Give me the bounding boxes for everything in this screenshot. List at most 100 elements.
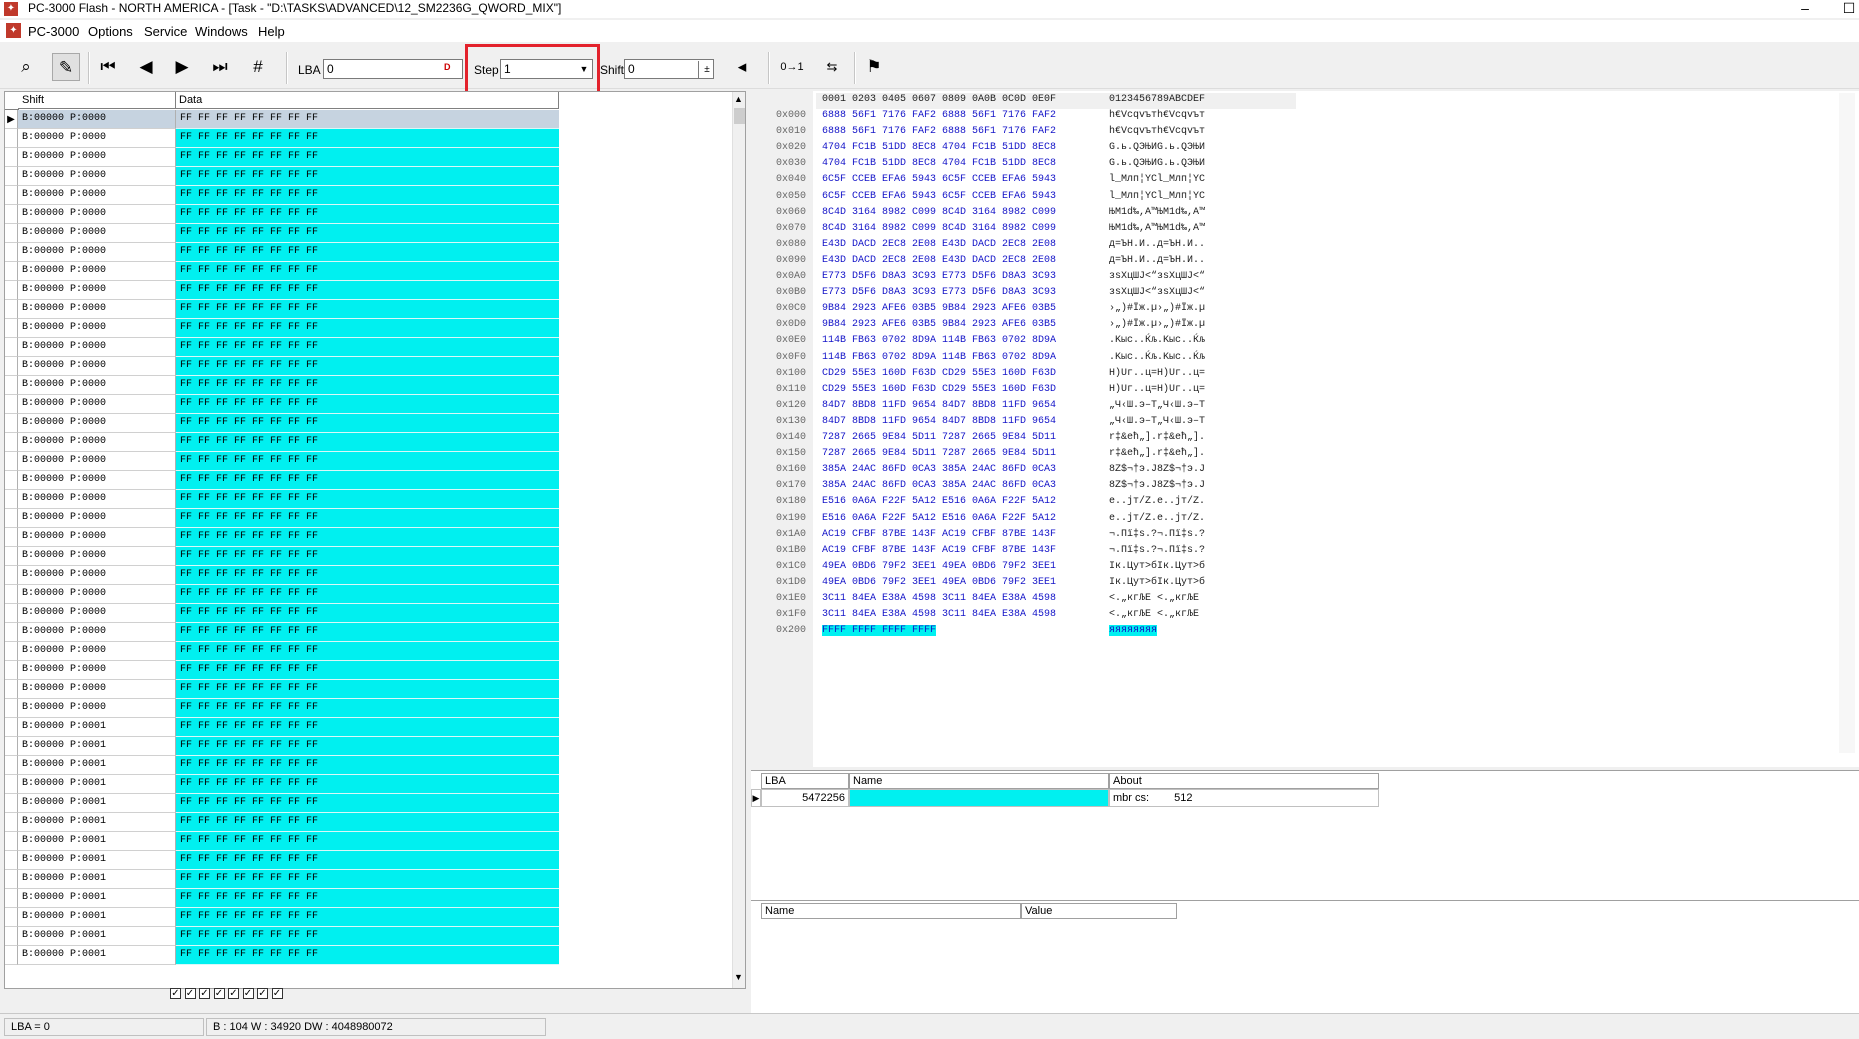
table-row[interactable]: B:00000 P:0000 FF FF FF FF FF FF FF FF (5, 300, 559, 319)
data-cell[interactable]: FF FF FF FF FF FF FF FF (176, 110, 559, 129)
next-page-icon[interactable]: ▶ (168, 53, 196, 81)
shift-cell[interactable]: B:00000 P:0000 (18, 604, 176, 623)
run-icon[interactable]: ⚑ (860, 53, 888, 81)
hex-bytes[interactable]: 4704 FC1B 51DD 8EC8 4704 FC1B 51DD 8EC8 (822, 142, 1056, 153)
table-row[interactable]: B:00000 P:0001 FF FF FF FF FF FF FF FF (5, 794, 559, 813)
shift-cell[interactable]: B:00000 P:0001 (18, 756, 176, 775)
shift-cell[interactable]: B:00000 P:0000 (18, 376, 176, 395)
menu-options[interactable]: Options (88, 24, 133, 39)
hex-bytes[interactable]: CD29 55E3 160D F63D CD29 55E3 160D F63D (822, 368, 1056, 379)
hex-ascii[interactable]: Iк.Цyт>бIк.Цyт>б (1109, 561, 1205, 572)
hex-bytes[interactable]: 3C11 84EA E38A 4598 3C11 84EA E38A 4598 (822, 593, 1056, 604)
data-cell[interactable]: FF FF FF FF FF FF FF FF (176, 547, 559, 566)
nv-value-header[interactable]: Value (1021, 903, 1177, 919)
shift-cell[interactable]: B:00000 P:0000 (18, 452, 176, 471)
data-cell[interactable]: FF FF FF FF FF FF FF FF (176, 832, 559, 851)
shift-cell[interactable]: B:00000 P:0000 (18, 528, 176, 547)
hex-scrollbar[interactable] (1839, 93, 1855, 753)
table-row[interactable]: B:00000 P:0000 FF FF FF FF FF FF FF FF (5, 167, 559, 186)
data-cell[interactable]: FF FF FF FF FF FF FF FF (176, 395, 559, 414)
data-cell[interactable]: FF FF FF FF FF FF FF FF (176, 243, 559, 262)
table-row[interactable]: B:00000 P:0000 FF FF FF FF FF FF FF FF (5, 566, 559, 585)
table-row[interactable]: B:00000 P:0000 FF FF FF FF FF FF FF FF (5, 661, 559, 680)
hex-ascii[interactable]: „Ч‹Ш.э–T„Ч‹Ш.э–T (1109, 400, 1205, 411)
hex-ascii[interactable]: д=ЪН.И..д=ЪН.И.. (1109, 255, 1205, 266)
shift-cell[interactable]: B:00000 P:0001 (18, 927, 176, 946)
menu-help[interactable]: Help (258, 24, 285, 39)
table-row[interactable]: B:00000 P:0000 FF FF FF FF FF FF FF FF (5, 642, 559, 661)
lba-col-header[interactable]: LBA (761, 773, 849, 789)
data-cell[interactable]: FF FF FF FF FF FF FF FF (176, 661, 559, 680)
table-row[interactable]: B:00000 P:0001 FF FF FF FF FF FF FF FF (5, 851, 559, 870)
hex-ascii[interactable]: G.ь.QЭЊИG.ь.QЭЊИ (1109, 142, 1205, 153)
shift-cell[interactable]: B:00000 P:0000 (18, 566, 176, 585)
table-row[interactable]: B:00000 P:0000 FF FF FF FF FF FF FF FF (5, 281, 559, 300)
hex-bytes[interactable]: E43D DACD 2EC8 2E08 E43D DACD 2EC8 2E08 (822, 239, 1056, 250)
hex-ascii[interactable]: ¬.Пї‡s.?¬.Пї‡s.? (1109, 529, 1205, 540)
table-row[interactable]: B:00000 P:0000 FF FF FF FF FF FF FF FF (5, 490, 559, 509)
table-row[interactable]: B:00000 P:0000 FF FF FF FF FF FF FF FF (5, 129, 559, 148)
table-row[interactable]: B:00000 P:0000 FF FF FF FF FF FF FF FF (5, 547, 559, 566)
prev-page-icon[interactable]: ◀ (132, 53, 160, 81)
shift-cell[interactable]: B:00000 P:0001 (18, 946, 176, 965)
data-cell[interactable]: FF FF FF FF FF FF FF FF (176, 813, 559, 832)
hex-ascii[interactable]: е..jт/Z.е..jт/Z. (1109, 496, 1205, 507)
shift-cell[interactable]: B:00000 P:0000 (18, 357, 176, 376)
shift-cell[interactable]: B:00000 P:0001 (18, 870, 176, 889)
table-row[interactable]: B:00000 P:0000 FF FF FF FF FF FF FF FF (5, 319, 559, 338)
data-cell[interactable]: FF FF FF FF FF FF FF FF (176, 262, 559, 281)
data-cell[interactable]: FF FF FF FF FF FF FF FF (176, 870, 559, 889)
data-cell[interactable]: FF FF FF FF FF FF FF FF (176, 623, 559, 642)
hex-ascii[interactable]: <.„кгЉE <.„кгЉE (1109, 593, 1199, 604)
data-cell[interactable]: FF FF FF FF FF FF FF FF (176, 300, 559, 319)
data-cell[interactable]: FF FF FF FF FF FF FF FF (176, 642, 559, 661)
table-row[interactable]: B:00000 P:0000 FF FF FF FF FF FF FF FF (5, 680, 559, 699)
data-cell[interactable]: FF FF FF FF FF FF FF FF (176, 528, 559, 547)
hex-ascii[interactable]: G.ь.QЭЊИG.ь.QЭЊИ (1109, 158, 1205, 169)
table-row[interactable]: B:00000 P:0001 FF FF FF FF FF FF FF FF (5, 927, 559, 946)
swap-bits-icon[interactable]: 0→1 (778, 53, 806, 81)
table-row[interactable]: B:00000 P:0000 FF FF FF FF FF FF FF FF (5, 186, 559, 205)
byte-swap-icon[interactable]: ⇆ (818, 53, 846, 81)
hex-ascii[interactable]: д=ЪН.И..д=ЪН.И.. (1109, 239, 1205, 250)
table-row[interactable]: B:00000 P:0001 FF FF FF FF FF FF FF FF (5, 718, 559, 737)
hex-ascii[interactable]: Iк.Цyт>бIк.Цyт>б (1109, 577, 1205, 588)
table-row[interactable]: ▶ B:00000 P:0000 FF FF FF FF FF FF FF FF (5, 110, 559, 129)
table-row[interactable]: B:00000 P:0000 FF FF FF FF FF FF FF FF (5, 395, 559, 414)
hex-bytes[interactable]: E516 0A6A F22F 5A12 E516 0A6A F22F 5A12 (822, 513, 1056, 524)
hex-ascii[interactable]: .Kыc..Ќљ.Kыc..Ќљ (1109, 352, 1205, 363)
table-row[interactable]: B:00000 P:0001 FF FF FF FF FF FF FF FF (5, 889, 559, 908)
data-cell[interactable]: FF FF FF FF FF FF FF FF (176, 129, 559, 148)
shift-cell[interactable]: B:00000 P:0001 (18, 718, 176, 737)
hex-ascii[interactable]: ЊM1d‰,А™ЊM1d‰,А™ (1109, 207, 1205, 218)
data-cell[interactable]: FF FF FF FF FF FF FF FF (176, 927, 559, 946)
hex-bytes[interactable]: E516 0A6A F22F 5A12 E516 0A6A F22F 5A12 (822, 496, 1056, 507)
byte-checkbox[interactable]: ✓ (199, 988, 210, 999)
shift-cell[interactable]: B:00000 P:0000 (18, 395, 176, 414)
splitter[interactable] (746, 91, 750, 1013)
shift-cell[interactable]: B:00000 P:0000 (18, 680, 176, 699)
hex-bytes[interactable]: 7287 2665 9E84 5D11 7287 2665 9E84 5D11 (822, 448, 1056, 459)
hex-bytes[interactable]: 6888 56F1 7176 FAF2 6888 56F1 7176 FAF2 (822, 110, 1056, 121)
shift-cell[interactable]: B:00000 P:0001 (18, 889, 176, 908)
table-row[interactable]: B:00000 P:0000 FF FF FF FF FF FF FF FF (5, 262, 559, 281)
hex-ascii[interactable]: ›„)#Їж.µ›„)#Їж.µ (1109, 303, 1205, 314)
hex-bytes[interactable]: 7287 2665 9E84 5D11 7287 2665 9E84 5D11 (822, 432, 1056, 443)
byte-checkbox[interactable]: ✓ (242, 988, 254, 999)
shift-cell[interactable]: B:00000 P:0000 (18, 319, 176, 338)
shift-cell[interactable]: B:00000 P:0000 (18, 585, 176, 604)
hex-ascii[interactable]: Н)Uг..ц=Н)Uг..ц= (1109, 384, 1205, 395)
shift-cell[interactable]: B:00000 P:0000 (18, 623, 176, 642)
hex-bytes[interactable]: 49EA 0BD6 79F2 3EE1 49EA 0BD6 79F2 3EE1 (822, 577, 1056, 588)
shift-cell[interactable]: B:00000 P:0001 (18, 813, 176, 832)
shift-cell[interactable]: B:00000 P:0001 (18, 851, 176, 870)
scroll-thumb[interactable] (734, 108, 745, 124)
shift-cell[interactable]: B:00000 P:0000 (18, 490, 176, 509)
lba-input[interactable]: 0 (323, 59, 463, 79)
data-cell[interactable]: FF FF FF FF FF FF FF FF (176, 357, 559, 376)
data-cell[interactable]: FF FF FF FF FF FF FF FF (176, 338, 559, 357)
data-cell[interactable]: FF FF FF FF FF FF FF FF (176, 433, 559, 452)
hex-ascii[interactable]: зsХцШЈ<“зsХцШЈ<“ (1109, 287, 1205, 298)
data-cell[interactable]: FF FF FF FF FF FF FF FF (176, 908, 559, 927)
data-cell[interactable]: FF FF FF FF FF FF FF FF (176, 699, 559, 718)
